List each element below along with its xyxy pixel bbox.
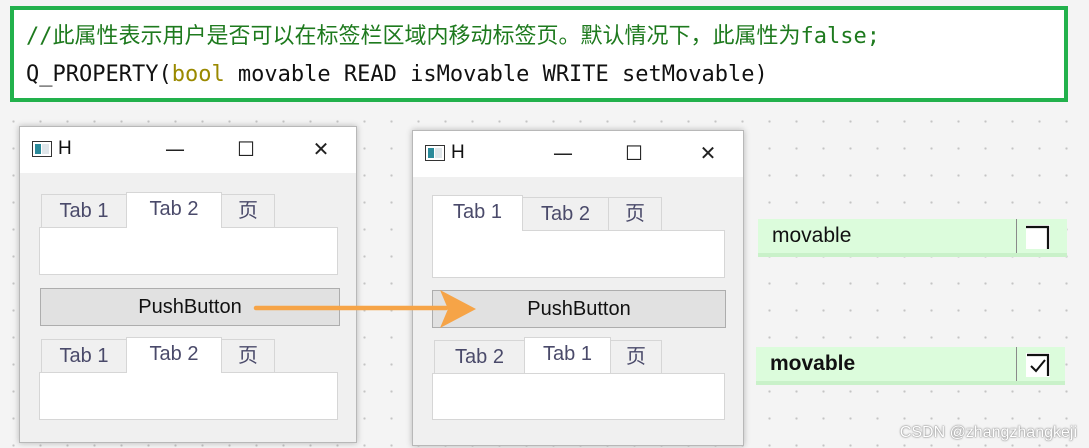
tab-pane-bottom [39,372,338,420]
checkbox-checked-icon[interactable] [1026,353,1050,377]
window-title: H [58,138,72,159]
tab-page[interactable]: 页 [221,194,275,228]
title-bar[interactable]: H — ☐ ✕ [413,131,743,177]
tab-tab-2[interactable]: Tab 2 [126,192,222,228]
minimize-button[interactable]: — [548,141,578,165]
property-row-movable-unchecked[interactable]: movable [758,219,1067,257]
code-property-decl: movable READ isMovable WRITE setMovable) [224,62,768,87]
tab-pane-top [432,230,725,278]
app-icon [425,145,445,161]
code-macro: Q_PROPERTY( [26,62,172,87]
property-divider [1016,219,1017,253]
tab-tab-2[interactable]: Tab 2 [522,197,609,231]
tab-tab-1[interactable]: Tab 1 [41,194,127,228]
window-before: H — ☐ ✕ Tab 1 Tab 2 页 PushButton Tab 1 T… [19,126,357,443]
maximize-button[interactable]: ☐ [619,141,649,165]
code-type-keyword: bool [171,62,225,87]
maximize-button[interactable]: ☐ [231,137,261,161]
tab-page[interactable]: 页 [610,340,662,374]
app-icon [32,141,52,157]
code-snippet: //此属性表示用户是否可以在标签栏区域内移动标签页。默认情况下，此属性为fals… [10,6,1068,102]
property-name: movable [770,352,856,375]
tab-pane-bottom [432,373,725,420]
checkbox-icon[interactable] [1026,225,1050,249]
tab-page[interactable]: 页 [221,339,275,373]
property-name: movable [772,224,852,247]
tab-tab-1[interactable]: Tab 1 [432,195,523,231]
title-bar[interactable]: H — ☐ ✕ [20,127,356,173]
tab-tab-1[interactable]: Tab 1 [524,337,611,373]
tab-tab-2[interactable]: Tab 2 [434,340,525,374]
close-button[interactable]: ✕ [306,137,336,161]
tab-pane-top [39,227,338,275]
arrow-icon [253,290,476,328]
code-comment: //此属性表示用户是否可以在标签栏区域内移动标签页。默认情况下，此属性为fals… [26,24,880,49]
property-row-movable-checked[interactable]: movable [756,347,1065,385]
minimize-button[interactable]: — [160,137,190,161]
watermark: CSDN @zhangzhangkeji [899,424,1077,441]
close-button[interactable]: ✕ [693,141,723,165]
property-divider [1016,347,1017,381]
window-title: H [451,142,465,163]
tab-tab-2[interactable]: Tab 2 [126,337,222,373]
tab-page[interactable]: 页 [608,197,662,231]
tab-tab-1[interactable]: Tab 1 [41,339,127,373]
